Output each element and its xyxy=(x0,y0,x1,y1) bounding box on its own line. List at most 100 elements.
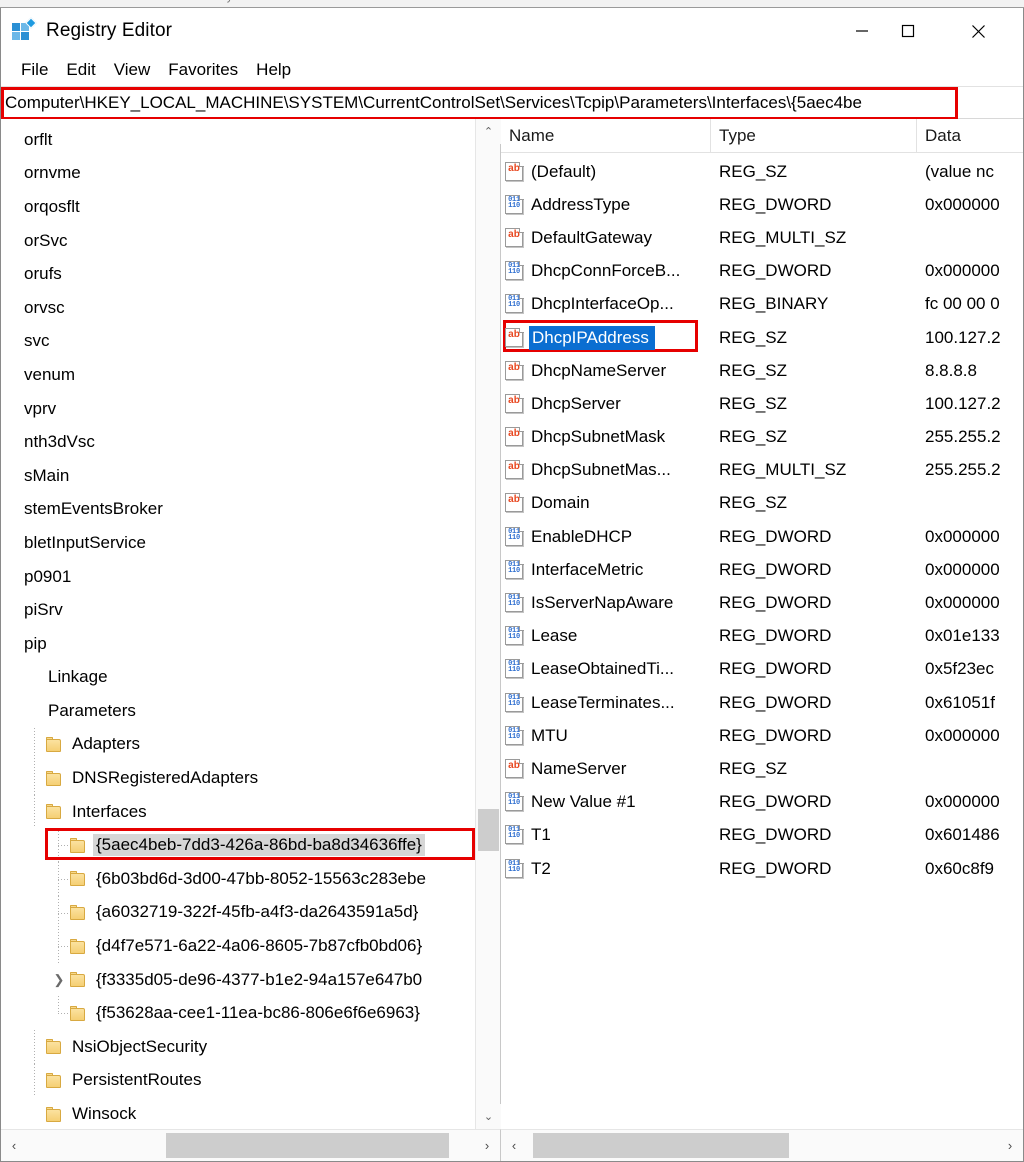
tree-horizontal-scrollbar[interactable]: ‹ › xyxy=(1,1129,501,1161)
value-row[interactable]: 011110LeaseTerminates...REG_DWORD0x61051… xyxy=(501,686,1023,719)
column-header-type[interactable]: Type xyxy=(711,119,917,152)
tree-node[interactable]: NsiObjectSecurity xyxy=(1,1030,500,1064)
tree-node[interactable]: pip xyxy=(1,627,500,661)
tree-node[interactable]: orqosflt xyxy=(1,190,500,224)
menu-file[interactable]: File xyxy=(12,58,57,82)
tree-expander-icon[interactable]: ❯ xyxy=(49,973,69,986)
tree-node[interactable]: orflt xyxy=(1,123,500,157)
value-data-cell: 0x000000 xyxy=(917,195,1023,215)
tree-hscroll-left-button[interactable]: ‹ xyxy=(1,1130,27,1161)
value-name-label: Lease xyxy=(529,625,579,647)
value-row[interactable]: abDhcpNameServerREG_SZ8.8.8.8 xyxy=(501,354,1023,387)
tree-node-label: Parameters xyxy=(45,700,139,722)
value-row[interactable]: ab(Default)REG_SZ(value nc xyxy=(501,155,1023,188)
tree-node[interactable]: DNSRegisteredAdapters xyxy=(1,761,500,795)
tree-node[interactable]: bletInputService xyxy=(1,526,500,560)
tree-node-selected[interactable]: {5aec4beb-7dd3-426a-86bd-ba8d34636ffe} xyxy=(1,828,500,862)
close-button[interactable] xyxy=(955,8,1001,54)
tree-node[interactable]: svc xyxy=(1,325,500,359)
menu-favorites[interactable]: Favorites xyxy=(159,58,247,82)
tree-node[interactable]: Linkage xyxy=(1,661,500,695)
tree-node-label: {6b03bd6d-3d00-47bb-8052-15563c283ebe xyxy=(93,868,429,890)
value-type-cell: REG_MULTI_SZ xyxy=(711,228,917,248)
value-name-cell: 011110MTU xyxy=(501,725,711,747)
tree-node[interactable]: Parameters xyxy=(1,694,500,728)
value-row[interactable]: 011110EnableDHCPREG_DWORD0x000000 xyxy=(501,520,1023,553)
value-row[interactable]: 011110T1REG_DWORD0x601486 xyxy=(501,819,1023,852)
value-name-cell: 011110T1 xyxy=(501,824,711,846)
value-row[interactable]: abDomainREG_SZ xyxy=(501,487,1023,520)
value-row[interactable]: 011110LeaseObtainedTi...REG_DWORD0x5f23e… xyxy=(501,653,1023,686)
tree-node[interactable]: sMain xyxy=(1,459,500,493)
value-type-cell: REG_DWORD xyxy=(711,527,917,547)
menu-edit[interactable]: Edit xyxy=(57,58,104,82)
folder-icon xyxy=(69,871,87,886)
tree-node[interactable]: {f53628aa-cee1-11ea-bc86-806e6f6e6963} xyxy=(1,996,500,1030)
column-header-name[interactable]: Name xyxy=(501,119,711,152)
value-type-cell: REG_BINARY xyxy=(711,294,917,314)
menu-bar: File Edit View Favorites Help xyxy=(1,54,1023,86)
tree-node-label: venum xyxy=(21,364,78,386)
value-row-selected[interactable]: abDhcpIPAddressREG_SZ100.127.2 xyxy=(501,321,1023,354)
value-row[interactable]: 011110DhcpInterfaceOp...REG_BINARYfc 00 … xyxy=(501,288,1023,321)
tree-node-label: Linkage xyxy=(45,666,111,688)
value-row[interactable]: 011110LeaseREG_DWORD0x01e133 xyxy=(501,620,1023,653)
value-name-label: Domain xyxy=(529,492,592,514)
tree-node[interactable]: {a6032719-322f-45fb-a4f3-da2643591a5d} xyxy=(1,896,500,930)
tree-guide-line xyxy=(49,996,69,1030)
value-data-cell: 0x000000 xyxy=(917,527,1023,547)
tree-node[interactable]: ❯{f3335d05-de96-4377-b1e2-94a157e647b0 xyxy=(1,963,500,997)
tree-node[interactable]: PersistentRoutes xyxy=(1,1064,500,1098)
tree-node[interactable]: Adapters xyxy=(1,728,500,762)
minimize-button[interactable] xyxy=(839,8,885,54)
tree-node[interactable]: ornvme xyxy=(1,157,500,191)
tree-scroll-down-button[interactable]: ⌄ xyxy=(476,1104,501,1129)
tree-node[interactable]: orufs xyxy=(1,257,500,291)
tree-node[interactable]: nth3dVsc xyxy=(1,425,500,459)
tree-vertical-scrollbar[interactable]: ⌃ ⌄ xyxy=(475,119,500,1129)
value-row[interactable]: abNameServerREG_SZ xyxy=(501,752,1023,785)
value-type-cell: REG_SZ xyxy=(711,162,917,182)
maximize-button[interactable] xyxy=(885,8,931,54)
tree-guide-line xyxy=(49,862,69,896)
value-row[interactable]: 011110MTUREG_DWORD0x000000 xyxy=(501,719,1023,752)
values-hscroll-left-button[interactable]: ‹ xyxy=(501,1130,527,1161)
value-row[interactable]: 011110AddressTypeREG_DWORD0x000000 xyxy=(501,188,1023,221)
window-title: Registry Editor xyxy=(46,20,172,42)
value-name-label: LeaseObtainedTi... xyxy=(529,658,676,680)
values-horizontal-scrollbar[interactable]: ‹ › xyxy=(501,1129,1023,1161)
value-row[interactable]: 011110New Value #1REG_DWORD0x000000 xyxy=(501,786,1023,819)
tree-node[interactable]: stemEventsBroker xyxy=(1,493,500,527)
value-row[interactable]: abDhcpSubnetMaskREG_SZ255.255.2 xyxy=(501,421,1023,454)
tree-node[interactable]: {d4f7e571-6a22-4a06-8605-7b87cfb0bd06} xyxy=(1,929,500,963)
tree-node[interactable]: venum xyxy=(1,358,500,392)
registry-path-input[interactable]: Computer\HKEY_LOCAL_MACHINE\SYSTEM\Curre… xyxy=(1,87,1023,118)
value-row[interactable]: abDefaultGatewayREG_MULTI_SZ xyxy=(501,221,1023,254)
value-row[interactable]: abDhcpServerREG_SZ100.127.2 xyxy=(501,387,1023,420)
tree-node[interactable]: orvsc xyxy=(1,291,500,325)
dword-value-icon: 011110 xyxy=(504,626,525,646)
value-row[interactable]: 011110DhcpConnForceB...REG_DWORD0x000000 xyxy=(501,255,1023,288)
tree-node-label: pip xyxy=(21,633,50,655)
tree-node[interactable]: Winsock xyxy=(1,1097,500,1129)
tree-scrollbar-thumb[interactable] xyxy=(478,809,499,851)
tree-node[interactable]: p0901 xyxy=(1,560,500,594)
tree-hscroll-right-button[interactable]: › xyxy=(474,1130,500,1161)
value-row[interactable]: 011110IsServerNapAwareREG_DWORD0x000000 xyxy=(501,586,1023,619)
tree-node[interactable]: piSrv xyxy=(1,593,500,627)
tree-hscroll-thumb[interactable] xyxy=(166,1133,449,1158)
menu-help[interactable]: Help xyxy=(247,58,300,82)
tree-node[interactable]: orSvc xyxy=(1,224,500,258)
tree-node[interactable]: {6b03bd6d-3d00-47bb-8052-15563c283ebe xyxy=(1,862,500,896)
values-hscroll-thumb[interactable] xyxy=(533,1133,789,1158)
tree-scroll-up-button[interactable]: ⌃ xyxy=(476,119,501,144)
value-data-cell: 0x000000 xyxy=(917,726,1023,746)
value-row[interactable]: 011110InterfaceMetricREG_DWORD0x000000 xyxy=(501,553,1023,586)
tree-node[interactable]: vprv xyxy=(1,392,500,426)
menu-view[interactable]: View xyxy=(105,58,160,82)
tree-node[interactable]: Interfaces xyxy=(1,795,500,829)
value-row[interactable]: 011110T2REG_DWORD0x60c8f9 xyxy=(501,852,1023,885)
column-header-data[interactable]: Data xyxy=(917,119,1023,152)
value-row[interactable]: abDhcpSubnetMas...REG_MULTI_SZ255.255.2 xyxy=(501,454,1023,487)
values-hscroll-right-button[interactable]: › xyxy=(997,1130,1023,1161)
